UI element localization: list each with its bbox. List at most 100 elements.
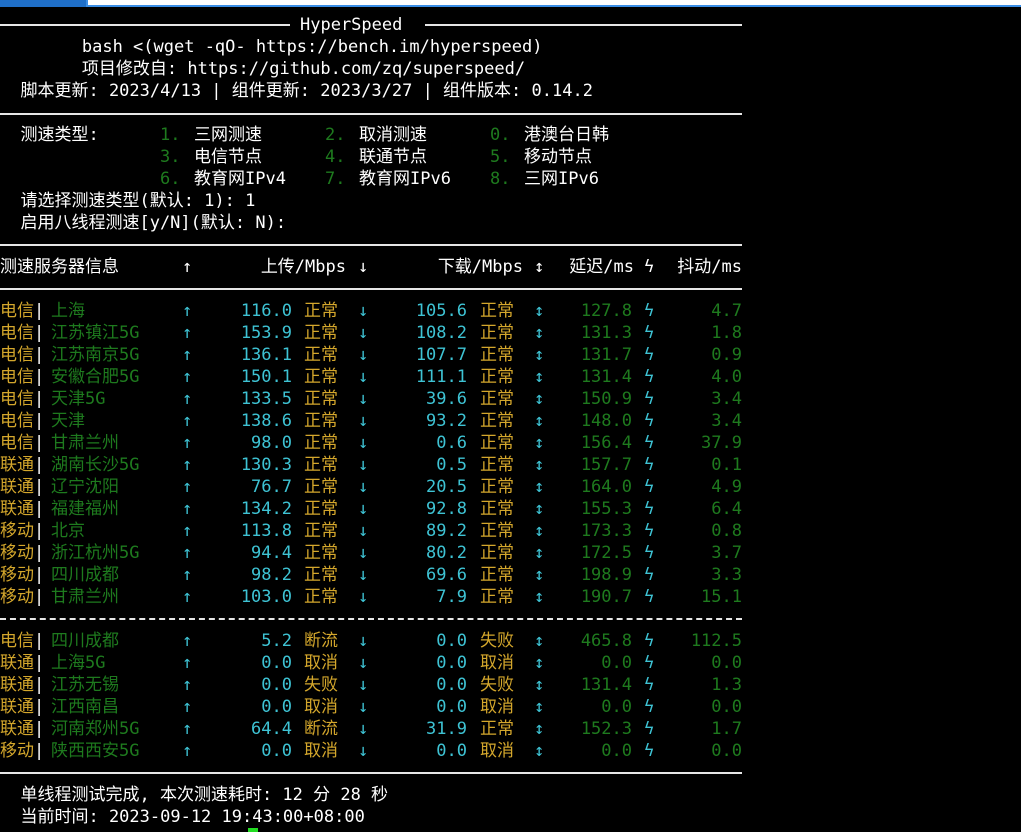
divider [0, 244, 742, 246]
updown-arrow-icon: ↕ [534, 411, 545, 431]
upload-value: 76.7 [251, 477, 292, 497]
download-status: 取消 [480, 741, 514, 761]
node-name: 天津 [51, 411, 85, 431]
download-value: 0.0 [436, 741, 467, 761]
updown-arrow-icon: ↕ [534, 543, 545, 563]
download-status: 正常 [480, 477, 514, 497]
down-arrow-icon: ↓ [358, 521, 369, 541]
download-value: 111.1 [415, 367, 467, 387]
upload-value: 64.4 [251, 719, 292, 739]
title-banner: HyperSpeed [0, 14, 742, 36]
separator: | [34, 741, 45, 761]
download-status: 正常 [480, 719, 514, 739]
bolt-icon: ϟ [644, 653, 655, 673]
latency-value: 173.3 [580, 521, 632, 541]
bolt-icon: ϟ [644, 345, 655, 365]
header-download: 下载/Mbps [437, 257, 523, 277]
download-value: 0.5 [436, 455, 467, 475]
updown-arrow-icon: ↕ [534, 433, 545, 453]
jitter-value: 4.0 [711, 367, 742, 387]
up-arrow-icon: ↑ [182, 301, 193, 321]
upload-value: 5.2 [261, 631, 292, 651]
up-arrow-icon: ↑ [182, 719, 193, 739]
up-arrow-icon: ↑ [182, 323, 193, 343]
upload-status: 正常 [304, 301, 338, 321]
upload-status: 正常 [304, 521, 338, 541]
dashed-divider [0, 618, 742, 620]
bolt-icon: ϟ [644, 565, 655, 585]
bolt-icon: ϟ [644, 543, 655, 563]
download-value: 0.0 [436, 675, 467, 695]
active-tab-indicator[interactable] [0, 0, 86, 7]
isp-label: 移动 [0, 741, 34, 761]
jitter-value: 6.4 [711, 499, 742, 519]
updown-arrow-icon: ↕ [534, 587, 545, 607]
download-status: 正常 [480, 521, 514, 541]
separator: | [34, 455, 45, 475]
separator: | [34, 411, 45, 431]
down-arrow-icon: ↓ [358, 741, 369, 761]
isp-label: 联通 [0, 675, 34, 695]
menu-option-label: 电信节点 [194, 147, 262, 167]
up-arrow-icon: ↑ [182, 675, 193, 695]
download-value: 80.2 [426, 543, 467, 563]
upload-value: 116.0 [240, 301, 292, 321]
upload-status: 失败 [304, 675, 338, 695]
down-arrow-icon: ↓ [358, 499, 369, 519]
separator: | [34, 719, 45, 739]
download-status: 正常 [480, 587, 514, 607]
node-name: 江苏南京5G [51, 345, 140, 365]
download-status: 失败 [480, 675, 514, 695]
up-arrow-icon: ↑ [182, 653, 193, 673]
bolt-icon: ϟ [644, 631, 655, 651]
up-arrow-icon: ↑ [182, 565, 193, 585]
upload-value: 94.4 [251, 543, 292, 563]
download-status: 正常 [480, 367, 514, 387]
updown-arrow-icon: ↕ [534, 741, 545, 761]
node-name: 湖南长沙5G [51, 455, 140, 475]
upload-status: 断流 [304, 719, 338, 739]
upload-status: 正常 [304, 411, 338, 431]
node-name: 甘肃兰州 [51, 433, 119, 453]
latency-value: 155.3 [580, 499, 632, 519]
node-name: 四川成都 [51, 565, 119, 585]
upload-status: 正常 [304, 367, 338, 387]
latency-value: 198.9 [580, 565, 632, 585]
download-value: 92.8 [426, 499, 467, 519]
down-arrow-icon: ↓ [358, 653, 369, 673]
jitter-value: 0.0 [711, 653, 742, 673]
isp-label: 电信 [0, 301, 34, 321]
menu-label: 测速类型: [0, 125, 99, 145]
separator: | [34, 301, 45, 321]
down-arrow-icon: ↓ [358, 367, 369, 387]
node-name: 安徽合肥5G [51, 367, 140, 387]
bolt-icon: ϟ [644, 587, 655, 607]
down-arrow-icon: ↓ [358, 587, 369, 607]
upload-value: 98.2 [251, 565, 292, 585]
upload-value: 138.6 [240, 411, 292, 431]
up-arrow-icon: ↑ [182, 411, 193, 431]
prompt-multithread[interactable]: 启用八线程测速[y/N](默认: N): [0, 212, 286, 234]
latency-value: 164.0 [580, 477, 632, 497]
separator: | [34, 565, 45, 585]
down-arrow-icon: ↓ [358, 433, 369, 453]
up-arrow-icon: ↑ [182, 477, 193, 497]
updown-arrow-icon: ↕ [534, 367, 545, 387]
node-name: 上海5G [51, 653, 106, 673]
bolt-icon: ϟ [644, 433, 655, 453]
down-arrow-icon: ↓ [358, 323, 369, 343]
download-value: 89.2 [426, 521, 467, 541]
upload-value: 136.1 [240, 345, 292, 365]
header-version: 脚本更新: 2023/4/13 | 组件更新: 2023/3/27 | 组件版本… [0, 81, 593, 101]
down-arrow-icon: ↓ [358, 455, 369, 475]
isp-label: 电信 [0, 411, 34, 431]
download-status: 正常 [480, 455, 514, 475]
download-status: 正常 [480, 499, 514, 519]
header-down-arrow: ↓ [358, 257, 369, 277]
up-arrow-icon: ↑ [182, 697, 193, 717]
upload-status: 正常 [304, 543, 338, 563]
jitter-value: 112.5 [690, 631, 742, 651]
header-command: bash <(wget -qO- https://bench.im/hypers… [0, 37, 543, 57]
bolt-icon: ϟ [644, 675, 655, 695]
latency-value: 172.5 [580, 543, 632, 563]
